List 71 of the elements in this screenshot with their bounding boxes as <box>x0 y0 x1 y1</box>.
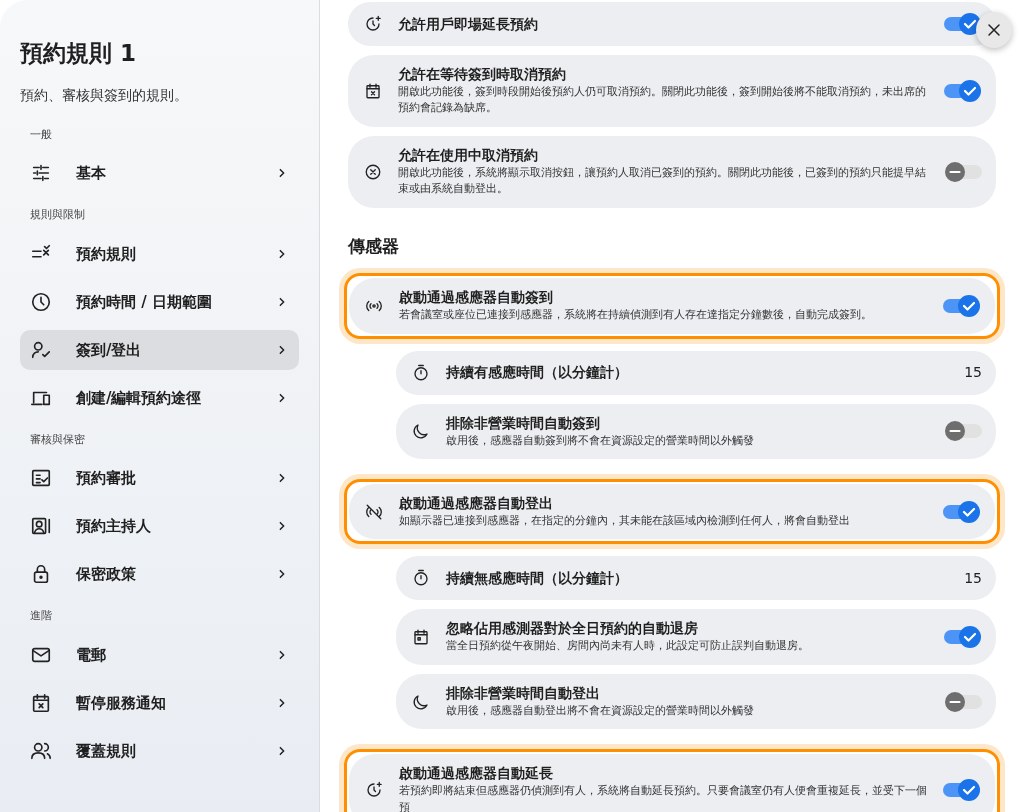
circle-x-icon <box>364 162 382 181</box>
sidebar-item[interactable]: 電郵 <box>20 634 299 675</box>
sidebar-item[interactable]: 簽到/登出 <box>20 329 299 370</box>
close-button[interactable] <box>976 12 1012 48</box>
setting-title: 允許用戶即場延長預約 <box>398 14 539 34</box>
chevron-right-icon <box>277 248 287 259</box>
toggle-switch[interactable] <box>944 12 982 36</box>
chevron-right-icon <box>277 521 287 532</box>
panel-subtitle: 預約、審核與簽到的規則。 <box>20 85 189 105</box>
setting-description: 開啟此功能後，系統將顯示取消按鈕，讓預約人取消已簽到的預約。關閉此功能後，已簽到的預約只能提早結束或由系統自動登出。 <box>398 164 927 198</box>
toggle-switch[interactable] <box>944 78 982 103</box>
chevron-right-icon <box>277 168 287 179</box>
sidebar-item[interactable]: 預約主持人 <box>20 506 299 547</box>
section-label: 審核與保密 <box>29 431 86 448</box>
chevron-right-icon <box>277 344 287 355</box>
timer-icon <box>412 569 430 588</box>
setting-description: 若會議室或座位已連接到感應器，系統將在持續偵測到有人存在達指定分鐘數後，自動完成簽到。 <box>399 307 873 324</box>
calendar-x-icon <box>30 691 52 714</box>
setting-description: 如顯示器已連接到感應器，在指定的分鐘內，其未能在該區域內檢測到任何人，將會自動登出 <box>399 512 851 529</box>
sidebar-item[interactable]: 預約規則 <box>20 233 299 274</box>
chevron-right-icon <box>277 473 287 484</box>
toggle-switch[interactable] <box>944 419 982 444</box>
calendar-icon <box>412 628 430 647</box>
chevron-right-icon <box>277 697 287 708</box>
sidebar-item[interactable]: 預約審批 <box>20 458 299 499</box>
section-label: 一般 <box>29 126 53 143</box>
chevron-right-icon <box>277 392 287 403</box>
chevron-right-icon <box>277 296 287 307</box>
setting-value: 15 <box>964 568 982 588</box>
sidebar-item[interactable]: 預約時間 / 日期範圍 <box>20 281 299 322</box>
setting-description: 若預約即將結束但感應器仍偵測到有人，系統將自動延長預約。只要會議室仍有人便會重複延長，並受下一個預 <box>399 783 928 812</box>
setting-title: 啟動通過感應器自動簽到 <box>399 288 554 308</box>
setting-title: 啟動通過感應器自動登出 <box>399 494 554 513</box>
setting-value: 15 <box>964 363 982 383</box>
section-label: 進階 <box>29 608 53 625</box>
toggle-switch[interactable] <box>943 778 981 803</box>
clock-icon <box>30 290 52 313</box>
setting-title: 持續無感應時間（以分鐘計） <box>446 569 629 588</box>
moon-icon <box>412 422 430 441</box>
toggle-switch[interactable] <box>943 499 981 524</box>
chevron-right-icon <box>277 745 287 756</box>
toggle-switch[interactable] <box>944 689 982 714</box>
sidebar-item[interactable]: 基本 <box>20 153 299 194</box>
setting-title: 排除非營業時間自動登出 <box>446 683 601 703</box>
setting-description: 啟用後，感應器自動簽到將不會在資源設定的營業時間以外觸發 <box>446 432 755 449</box>
calendar-x-icon <box>364 81 382 100</box>
sidebar-item[interactable]: 創建/編輯預約途徑 <box>20 377 299 418</box>
sidebar-item[interactable]: 暫停服務通知 <box>20 682 299 723</box>
setting-description: 啟用後，感應器自動登出將不會在資源設定的營業時間以外觸發 <box>446 702 755 719</box>
setting-description: 開啟此功能後，簽到時段開始後預約人仍可取消預約。關閉此功能後，簽到開始後將不能取消預約，未出席的預約會記錄為缺席。 <box>398 83 927 117</box>
clock-plus-icon <box>365 781 383 800</box>
toggle-switch[interactable] <box>944 625 982 650</box>
section-heading: 傳感器 <box>348 234 400 258</box>
toggle-switch[interactable] <box>944 159 982 184</box>
setting-title: 排除非營業時間自動簽到 <box>446 413 601 433</box>
panel-title: 預約規則 1 <box>20 39 137 68</box>
section-label: 規則與限制 <box>29 207 86 224</box>
setting-title: 持續有感應時間（以分鐘計） <box>446 363 629 383</box>
clock-plus-icon <box>364 15 382 33</box>
sidebar-item[interactable]: 保密政策 <box>20 554 299 595</box>
chevron-right-icon <box>277 649 287 660</box>
setting-title: 忽略佔用感測器對於全日預約的自動退房 <box>446 619 699 639</box>
setting-title: 允許在等待簽到時取消預約 <box>398 65 567 84</box>
toggle-switch[interactable] <box>943 293 981 318</box>
setting-description: 當全日預約從午夜開始、房間內尚未有人時，此設定可防止誤判自動退房。 <box>446 638 810 655</box>
chevron-right-icon <box>277 569 287 580</box>
setting-title: 啟動通過感應器自動延長 <box>399 764 554 784</box>
signal-off-icon <box>365 502 383 521</box>
setting-title: 允許在使用中取消預約 <box>398 145 539 165</box>
sidebar-item[interactable]: 覆蓋規則 <box>20 730 299 771</box>
timer-icon <box>412 363 430 382</box>
